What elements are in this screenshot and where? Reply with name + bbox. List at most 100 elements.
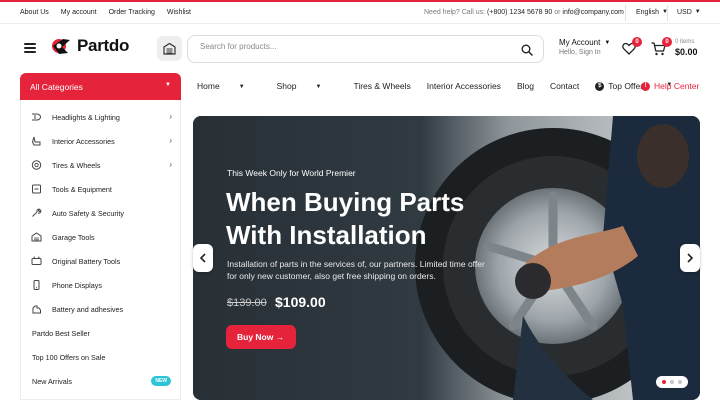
category-label: Phone Displays <box>52 281 102 290</box>
battery-icon <box>31 256 42 265</box>
slider-next-button[interactable] <box>680 244 700 272</box>
wishlist-button[interactable]: 0 <box>622 37 642 60</box>
utility-links: About Us My account Order Tracking Wishl… <box>20 9 191 16</box>
chevron-down-icon: ▼ <box>238 84 245 90</box>
main-header: Partdo My Account▼ Hello, Sign In 0 <box>0 24 720 72</box>
hero-title: When Buying Parts With Installation <box>226 187 465 250</box>
category-item-safety[interactable]: Auto Safety & Security <box>21 203 182 223</box>
category-label: Headlights & Lighting <box>52 113 120 122</box>
nav-links: Home ▼ Shop ▼ Tires & Wheels Interior Acce… <box>197 81 704 91</box>
category-item-garage[interactable]: Garage Tools <box>21 227 182 247</box>
wrench-icon <box>32 208 42 217</box>
account-subtitle: Hello, Sign In <box>559 49 601 56</box>
nav-home[interactable]: Home ▼ <box>197 81 261 91</box>
sidebar-link-top-offers[interactable]: Top 100 Offers on Sale <box>21 347 182 367</box>
category-label: Tires & Wheels <box>52 161 101 170</box>
nav-home-label: Home <box>197 81 220 91</box>
divider <box>667 5 668 21</box>
email-address[interactable]: info@company.com <box>562 9 623 16</box>
utility-bar: About Us My account Order Tracking Wishl… <box>0 2 720 24</box>
nav-blog[interactable]: Blog <box>517 81 534 91</box>
hero-pretitle: This Week Only for World Premier <box>227 168 356 178</box>
order-tracking-link[interactable]: Order Tracking <box>109 9 155 16</box>
info-icon: ! <box>641 81 650 91</box>
adhesive-icon <box>32 305 41 314</box>
category-item-adhesives[interactable]: Battery and adhesives <box>21 299 182 319</box>
search-button[interactable] <box>521 43 533 61</box>
phone-number[interactable]: (+800) 1234 5678 90 <box>487 9 552 16</box>
brand-logo[interactable]: Partdo <box>50 36 129 56</box>
slider-dot[interactable] <box>678 380 682 384</box>
nav-contact[interactable]: Contact <box>550 81 579 91</box>
nav-tires-wheels[interactable]: Tires & Wheels <box>353 81 410 91</box>
category-item-interior[interactable]: Interior Accessories › <box>21 131 182 151</box>
garage-icon <box>31 232 42 242</box>
category-item-tools[interactable]: Tools & Equipment <box>21 179 182 199</box>
sidebar-link-label: Partdo Best Seller <box>32 329 90 338</box>
cart-total: $0.00 <box>675 47 698 57</box>
car-seat-icon <box>31 136 41 146</box>
slider-prev-button[interactable] <box>193 244 213 272</box>
dollar-icon: $ <box>595 81 605 91</box>
chevron-right-icon <box>687 253 694 263</box>
cart-button[interactable]: 0 <box>651 37 672 61</box>
sidebar-link-label: New Arrivals <box>32 377 72 386</box>
language-select[interactable]: English ▼ <box>636 9 668 16</box>
category-item-tires[interactable]: Tires & Wheels › <box>21 155 182 175</box>
slider-dot[interactable] <box>670 380 674 384</box>
slider-dot[interactable] <box>662 380 666 384</box>
chevron-down-icon: ▼ <box>694 9 701 15</box>
help-prefix: Need help? Call us: <box>424 9 486 16</box>
phone-icon <box>33 280 40 290</box>
category-label: Interior Accessories <box>52 137 115 146</box>
slider-dots <box>656 376 688 388</box>
brand-name: Partdo <box>77 36 130 55</box>
sidebar-link-new-arrivals[interactable]: New Arrivals NEW <box>21 371 182 391</box>
search-input[interactable] <box>200 42 500 51</box>
category-item-battery[interactable]: Original Battery Tools <box>21 251 182 271</box>
headlight-icon <box>32 113 42 121</box>
divider <box>625 5 626 21</box>
wishlist-link[interactable]: Wishlist <box>167 9 191 16</box>
category-label: Tools & Equipment <box>52 185 112 194</box>
search-bar <box>187 35 544 63</box>
sidebar-link-best-seller[interactable]: Partdo Best Seller <box>21 323 182 343</box>
category-label: Original Battery Tools <box>52 257 121 266</box>
cart-count-badge: 0 <box>662 37 672 47</box>
sidebar-link-label: Top 100 Offers on Sale <box>32 353 106 362</box>
wishlist-count-badge: 0 <box>632 37 642 47</box>
hamburger-menu-icon[interactable] <box>24 43 36 53</box>
chevron-down-icon: ▼ <box>315 84 322 90</box>
chevron-down-icon: ▼ <box>604 40 611 46</box>
new-price: $109.00 <box>275 294 326 310</box>
my-account-link[interactable]: My account <box>61 9 97 16</box>
buy-now-button[interactable]: Buy Now → <box>226 325 296 349</box>
account-menu[interactable]: My Account ▼ Hello, Sign In <box>559 38 610 56</box>
nav-shop[interactable]: Shop ▼ <box>277 81 338 91</box>
category-item-phone[interactable]: Phone Displays <box>21 275 182 295</box>
help-center-label: Help Center <box>654 81 700 91</box>
nav-interior-accessories[interactable]: Interior Accessories <box>427 81 501 91</box>
chevron-right-icon: › <box>169 160 172 169</box>
tire-icon <box>31 160 42 170</box>
garage-icon <box>163 42 176 55</box>
all-categories-label: All Categories <box>30 82 83 92</box>
currency-value: USD <box>677 9 692 16</box>
all-categories-button[interactable]: All Categories ▼ <box>20 73 181 100</box>
about-us-link[interactable]: About Us <box>20 9 49 16</box>
category-item-headlights[interactable]: Headlights & Lighting › <box>21 107 182 127</box>
currency-select[interactable]: USD ▼ <box>677 9 701 16</box>
arrow-right-icon: → <box>275 332 285 342</box>
help-center-link[interactable]: ! Help Center <box>641 81 699 91</box>
language-value: English <box>636 9 659 16</box>
tools-icon <box>32 184 41 194</box>
category-label: Garage Tools <box>52 233 95 242</box>
nav-shop-label: Shop <box>276 81 297 91</box>
garage-button[interactable] <box>157 36 182 61</box>
chevron-left-icon <box>199 253 206 263</box>
cart-summary[interactable]: 0 items $0.00 <box>675 39 698 57</box>
help-or: or <box>554 9 561 16</box>
chevron-right-icon: › <box>169 136 172 145</box>
hero-slider: This Week Only for World Premier When Bu… <box>193 116 700 400</box>
chevron-right-icon: › <box>169 112 172 121</box>
